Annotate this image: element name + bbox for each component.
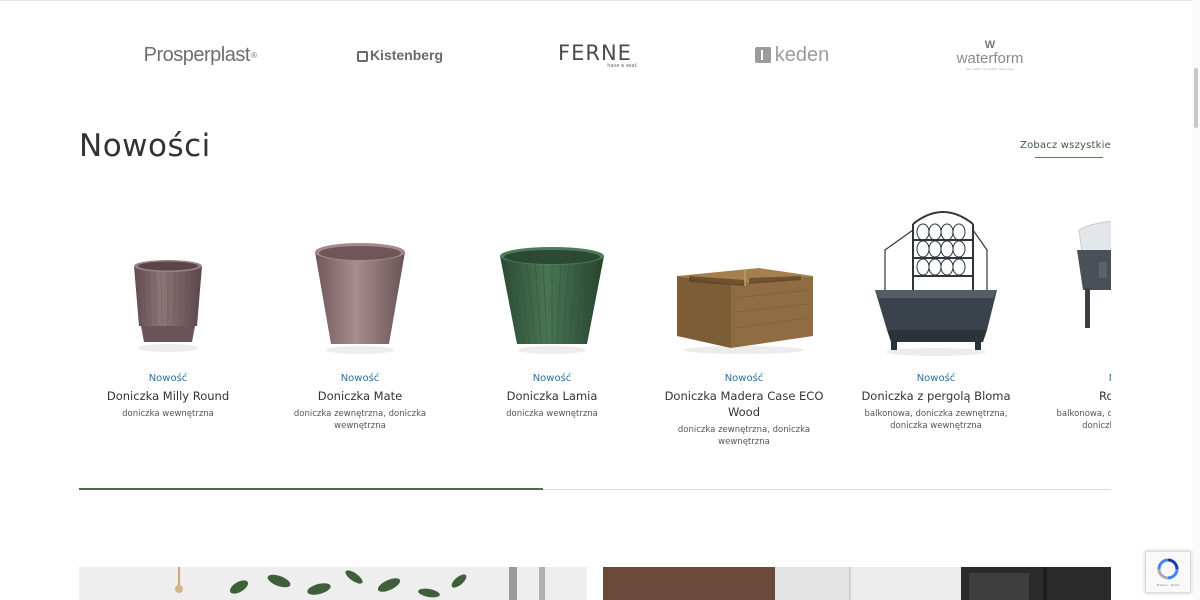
product-category: balkonowa, doniczka zewnętrzna, doniczka… <box>1056 409 1111 431</box>
see-all-underline <box>1035 157 1103 158</box>
product-name[interactable]: Doniczka Lamia <box>463 388 641 404</box>
scrollbar-thumb[interactable] <box>1194 68 1198 128</box>
banner-plant-image <box>79 567 587 600</box>
new-badge: Nowość <box>340 373 380 384</box>
brand-logos: Prosperplast ® Kistenberg FERNE have a se… <box>100 30 1100 80</box>
product-image[interactable] <box>271 190 449 360</box>
kistenberg-mark-icon <box>356 50 368 62</box>
carousel-progress-fill <box>79 488 543 490</box>
product-card[interactable]: Nowość Doniczka z pergolą Bloma balkonow… <box>847 190 1025 470</box>
product-carousel[interactable]: Nowość Doniczka Milly Round doniczka wew… <box>79 190 1111 470</box>
product-name[interactable]: Doniczka Milly Round <box>79 388 257 404</box>
brand-kistenberg-text: Kistenberg <box>369 47 444 63</box>
product-card[interactable]: Nowość Doniczka Mate doniczka zewnętrzna… <box>271 190 449 470</box>
brand-prosperplast-logo[interactable]: Prosperplast ® <box>140 30 260 80</box>
product-image[interactable] <box>655 190 833 360</box>
product-category: doniczka zewnętrzna, doniczka wewnętrzna <box>677 425 811 447</box>
product-card[interactable]: Nowość Doniczka Lamia doniczka wewnętrzn… <box>463 190 641 470</box>
brand-kistenberg-logo[interactable]: Kistenberg <box>350 30 450 80</box>
registered-mark: ® <box>250 50 257 60</box>
new-badge: Nowość <box>532 373 572 384</box>
banner-interior-image <box>603 567 1111 600</box>
product-image[interactable] <box>79 190 257 360</box>
brand-ferne-tagline: have a seat. <box>607 63 638 69</box>
product-category: doniczka wewnętrzna <box>122 409 214 419</box>
brand-keden-text: keden <box>774 43 830 66</box>
waterform-mark-icon: W <box>984 38 996 51</box>
keden-mark-icon <box>754 47 771 63</box>
product-image[interactable] <box>463 190 641 360</box>
product-category: balkonowa, doniczka zewnętrzna, doniczka… <box>864 409 1008 431</box>
brand-ferne-logo[interactable]: FERNE have a seat. <box>552 30 638 80</box>
carousel-progress-track[interactable] <box>79 488 1111 490</box>
brand-waterform-logo[interactable]: W waterform the water for better tomorro… <box>950 30 1030 80</box>
recaptcha-badge[interactable]: Privacy - Terms <box>1145 551 1191 593</box>
new-badge: Nowość <box>148 373 188 384</box>
product-image[interactable] <box>847 190 1025 360</box>
page-scrollbar[interactable] <box>1192 0 1200 600</box>
new-badge: Nowość <box>724 373 764 384</box>
see-all-link[interactable]: Zobacz wszystkie <box>1020 140 1111 151</box>
new-badge: Nowość <box>916 373 956 384</box>
promo-banner-left[interactable] <box>79 567 587 600</box>
recaptcha-icon <box>1157 558 1179 580</box>
product-name[interactable]: Doniczka Madera Case ECO Wood <box>655 388 833 420</box>
brand-waterform-tagline: the water for better tomorrow <box>966 66 1014 71</box>
top-divider <box>0 0 1200 1</box>
brand-keden-logo[interactable]: keden <box>750 30 834 80</box>
product-card[interactable]: Nowość Doniczka Madera Case ECO Wood don… <box>655 190 833 470</box>
product-category: doniczka wewnętrzna <box>506 409 598 419</box>
product-name[interactable]: Rozsadnik <box>1039 388 1111 404</box>
recaptcha-label: Privacy - Terms <box>1156 583 1180 587</box>
promo-banner-right[interactable] <box>603 567 1111 600</box>
product-name[interactable]: Doniczka z pergolą Bloma <box>847 388 1025 404</box>
section-title: Nowości <box>79 128 211 164</box>
product-category: doniczka zewnętrzna, doniczka wewnętrzna <box>293 409 427 431</box>
brand-waterform-text: waterform <box>956 49 1024 67</box>
brand-prosperplast-text: Prosperplast <box>143 43 251 66</box>
product-name[interactable]: Doniczka Mate <box>271 388 449 404</box>
product-image[interactable] <box>1039 190 1111 360</box>
brand-ferne-text: FERNE <box>558 41 632 65</box>
product-card[interactable]: Nowość Rozsadnik balkonowa, doniczka zew… <box>1039 190 1111 470</box>
new-badge: Nowość <box>1039 373 1111 384</box>
product-card[interactable]: Nowość Doniczka Milly Round doniczka wew… <box>79 190 257 470</box>
